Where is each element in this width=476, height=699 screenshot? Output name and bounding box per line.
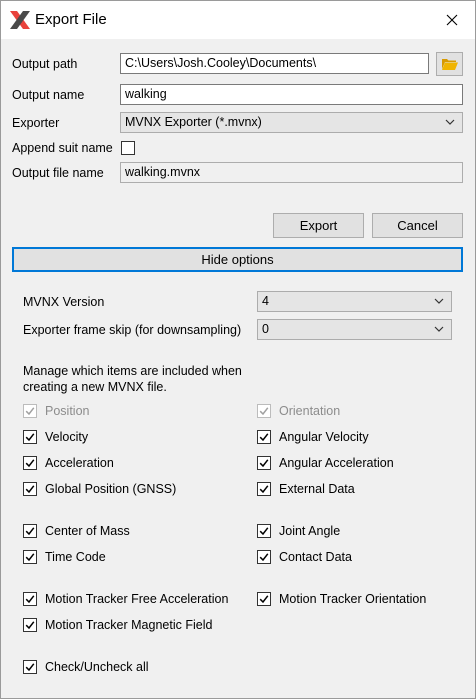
browse-folder-button[interactable]: [436, 52, 463, 76]
output-file-label: Output file name: [12, 166, 104, 180]
motion-tracker-magnetic-field-checkbox[interactable]: [23, 618, 37, 632]
mvnx-version-label: MVNX Version: [23, 295, 105, 309]
checkmark-icon: [259, 485, 269, 494]
manage-items-text-line2: creating a new MVNX file.: [23, 380, 167, 394]
export-file-dialog: Export File Output path C:\Users\Josh.Co…: [0, 0, 476, 699]
angular-velocity-label: Angular Velocity: [279, 430, 369, 444]
checkmark-icon: [25, 459, 35, 468]
checkmark-icon: [259, 459, 269, 468]
motion-tracker-free-acceleration-label: Motion Tracker Free Acceleration: [45, 592, 229, 606]
checkmark-icon: [25, 663, 35, 672]
checkmark-icon: [259, 595, 269, 604]
orientation-label: Orientation: [279, 404, 341, 418]
checkmark-icon: [25, 485, 35, 494]
position-label: Position: [45, 404, 90, 418]
orientation-checkbox: [257, 404, 271, 418]
checkmark-icon: [25, 595, 35, 604]
append-suit-checkbox[interactable]: [121, 141, 135, 155]
joint-angle-checkbox[interactable]: [257, 524, 271, 538]
center-of-mass-label: Center of Mass: [45, 524, 130, 538]
global-position-gnss-checkbox[interactable]: [23, 482, 37, 496]
mvnx-version-value: 4: [262, 294, 269, 308]
checkmark-icon: [25, 407, 35, 416]
output-file-name-field: walking.mvnx: [120, 162, 463, 183]
hide-options-button[interactable]: Hide options: [12, 247, 463, 272]
frame-skip-label: Exporter frame skip (for downsampling): [23, 323, 242, 337]
motion-tracker-orientation-checkbox[interactable]: [257, 592, 271, 606]
checkmark-icon: [259, 433, 269, 442]
checkmark-icon: [25, 433, 35, 442]
external-data-checkbox[interactable]: [257, 482, 271, 496]
mvnx-version-select[interactable]: 4: [257, 291, 452, 312]
time-code-checkbox[interactable]: [23, 550, 37, 564]
checkmark-icon: [25, 621, 35, 630]
position-checkbox: [23, 404, 37, 418]
check-uncheck-all-label: Check/Uncheck all: [45, 660, 149, 674]
contact-data-label: Contact Data: [279, 550, 352, 564]
joint-angle-label: Joint Angle: [279, 524, 341, 538]
xsens-logo-icon: [10, 11, 30, 29]
append-suit-label: Append suit name: [12, 141, 113, 155]
angular-acceleration-checkbox[interactable]: [257, 456, 271, 470]
title-bar[interactable]: Export File: [1, 1, 475, 39]
motion-tracker-orientation-label: Motion Tracker Orientation: [279, 592, 427, 606]
frame-skip-value: 0: [262, 322, 269, 336]
checkmark-icon: [259, 407, 269, 416]
cancel-button[interactable]: Cancel: [372, 213, 463, 238]
export-button[interactable]: Export: [273, 213, 364, 238]
velocity-label: Velocity: [45, 430, 89, 444]
folder-icon: [441, 59, 458, 70]
checkmark-icon: [25, 553, 35, 562]
check-uncheck-all-checkbox[interactable]: [23, 660, 37, 674]
checkmark-icon: [259, 527, 269, 536]
external-data-label: External Data: [279, 482, 355, 496]
checkmark-icon: [259, 553, 269, 562]
output-name-input[interactable]: walking: [120, 84, 463, 105]
close-button[interactable]: [429, 1, 475, 39]
exporter-selected-value: MVNX Exporter (*.mvnx): [125, 115, 262, 129]
contact-data-checkbox[interactable]: [257, 550, 271, 564]
frame-skip-select[interactable]: 0: [257, 319, 452, 340]
acceleration-checkbox[interactable]: [23, 456, 37, 470]
angular-acceleration-label: Angular Acceleration: [279, 456, 394, 470]
motion-tracker-free-acceleration-checkbox[interactable]: [23, 592, 37, 606]
window-title: Export File: [35, 11, 107, 28]
output-path-input[interactable]: C:\Users\Josh.Cooley\Documents\: [120, 53, 429, 74]
velocity-checkbox[interactable]: [23, 430, 37, 444]
checkmark-icon: [25, 527, 35, 536]
close-icon: [446, 14, 458, 26]
chevron-down-icon: [434, 326, 444, 332]
center-of-mass-checkbox[interactable]: [23, 524, 37, 538]
time-code-label: Time Code: [45, 550, 106, 564]
manage-items-text-line1: Manage which items are included when: [23, 364, 242, 378]
acceleration-label: Acceleration: [45, 456, 114, 470]
chevron-down-icon: [434, 298, 444, 304]
global-position-gnss-label: Global Position (GNSS): [45, 482, 177, 496]
motion-tracker-magnetic-field-label: Motion Tracker Magnetic Field: [45, 618, 213, 632]
chevron-down-icon: [445, 119, 455, 125]
exporter-label: Exporter: [12, 116, 60, 130]
output-path-label: Output path: [12, 57, 78, 71]
exporter-select[interactable]: MVNX Exporter (*.mvnx): [120, 112, 463, 133]
output-name-label: Output name: [12, 88, 85, 102]
angular-velocity-checkbox[interactable]: [257, 430, 271, 444]
